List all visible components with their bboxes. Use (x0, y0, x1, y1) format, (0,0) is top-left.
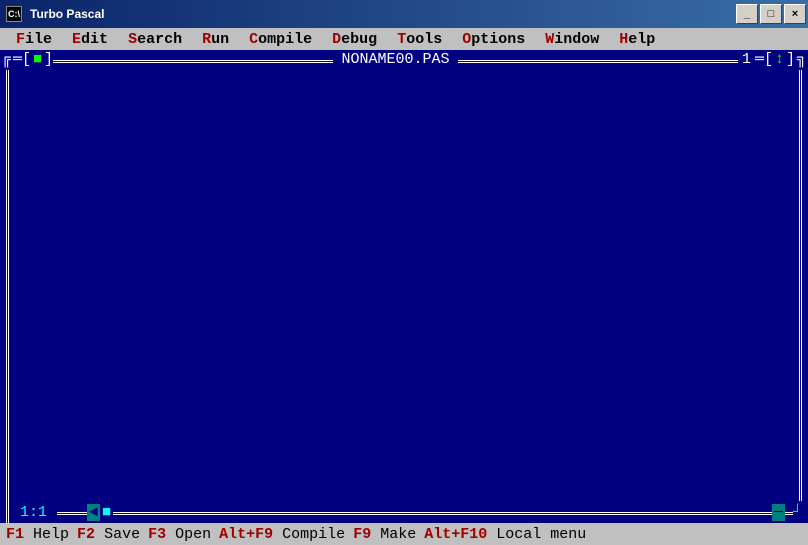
menu-run[interactable]: Run (192, 31, 239, 48)
editor-text-area[interactable] (6, 70, 802, 501)
frame-corner-tl: ╔ (0, 50, 13, 70)
frame-segment: ═[ (13, 50, 31, 70)
menu-tools[interactable]: Tools (387, 31, 452, 48)
editor-window: ╔ ═[ ■ ] NONAME00.PAS 1 ═[ ↕ ] ╗ 1:1 ◄ ■… (0, 50, 808, 523)
frame-segment: ═[ (755, 50, 773, 70)
resize-corner-icon[interactable]: ┘ (793, 504, 802, 521)
hotkey-help[interactable]: F1 Help (6, 526, 69, 543)
frame-line (458, 60, 738, 63)
menu-edit[interactable]: Edit (62, 31, 118, 48)
maximize-button[interactable]: □ (760, 4, 782, 24)
editor-zoom-icon[interactable]: ↕ (773, 50, 786, 70)
editor-window-number: 1 (738, 50, 755, 70)
scroll-track[interactable] (113, 512, 772, 515)
frame-line (785, 512, 793, 515)
hotkey-save[interactable]: F2 Save (77, 526, 140, 543)
scroll-left-icon[interactable]: ◄ (87, 504, 100, 521)
hotkey-compile[interactable]: Alt+F9 Compile (219, 526, 345, 543)
menu-options[interactable]: Options (452, 31, 535, 48)
frame-segment: ] (44, 50, 53, 70)
menu-window[interactable]: Window (535, 31, 609, 48)
menu-debug[interactable]: Debug (322, 31, 387, 48)
app-icon: C:\ (6, 6, 22, 22)
hotkey-localmenu[interactable]: Alt+F10 Local menu (424, 526, 586, 543)
menu-bar: File Edit Search Run Compile Debug Tools… (0, 28, 808, 50)
scroll-right-icon[interactable]: ─ (772, 504, 785, 521)
window-titlebar: C:\ Turbo Pascal _ □ × (0, 0, 808, 28)
frame-line (57, 512, 87, 515)
frame-corner-tr: ╗ (795, 50, 808, 70)
menu-compile[interactable]: Compile (239, 31, 322, 48)
hotkey-open[interactable]: F3 Open (148, 526, 211, 543)
close-button[interactable]: × (784, 4, 806, 24)
cursor-position: 1:1 (10, 504, 57, 521)
minimize-button[interactable]: _ (736, 4, 758, 24)
frame-segment: ] (786, 50, 795, 70)
status-bar: F1 Help F2 Save F3 Open Alt+F9 Compile F… (0, 523, 808, 545)
window-title: Turbo Pascal (26, 7, 736, 21)
menu-help[interactable]: Help (609, 31, 665, 48)
editor-filename: NONAME00.PAS (333, 50, 457, 70)
hotkey-make[interactable]: F9 Make (353, 526, 416, 543)
editor-close-icon[interactable]: ■ (31, 50, 44, 70)
frame-line (53, 60, 333, 63)
menu-search[interactable]: Search (118, 31, 192, 48)
menu-file[interactable]: File (6, 31, 62, 48)
scroll-thumb[interactable]: ■ (100, 504, 113, 521)
